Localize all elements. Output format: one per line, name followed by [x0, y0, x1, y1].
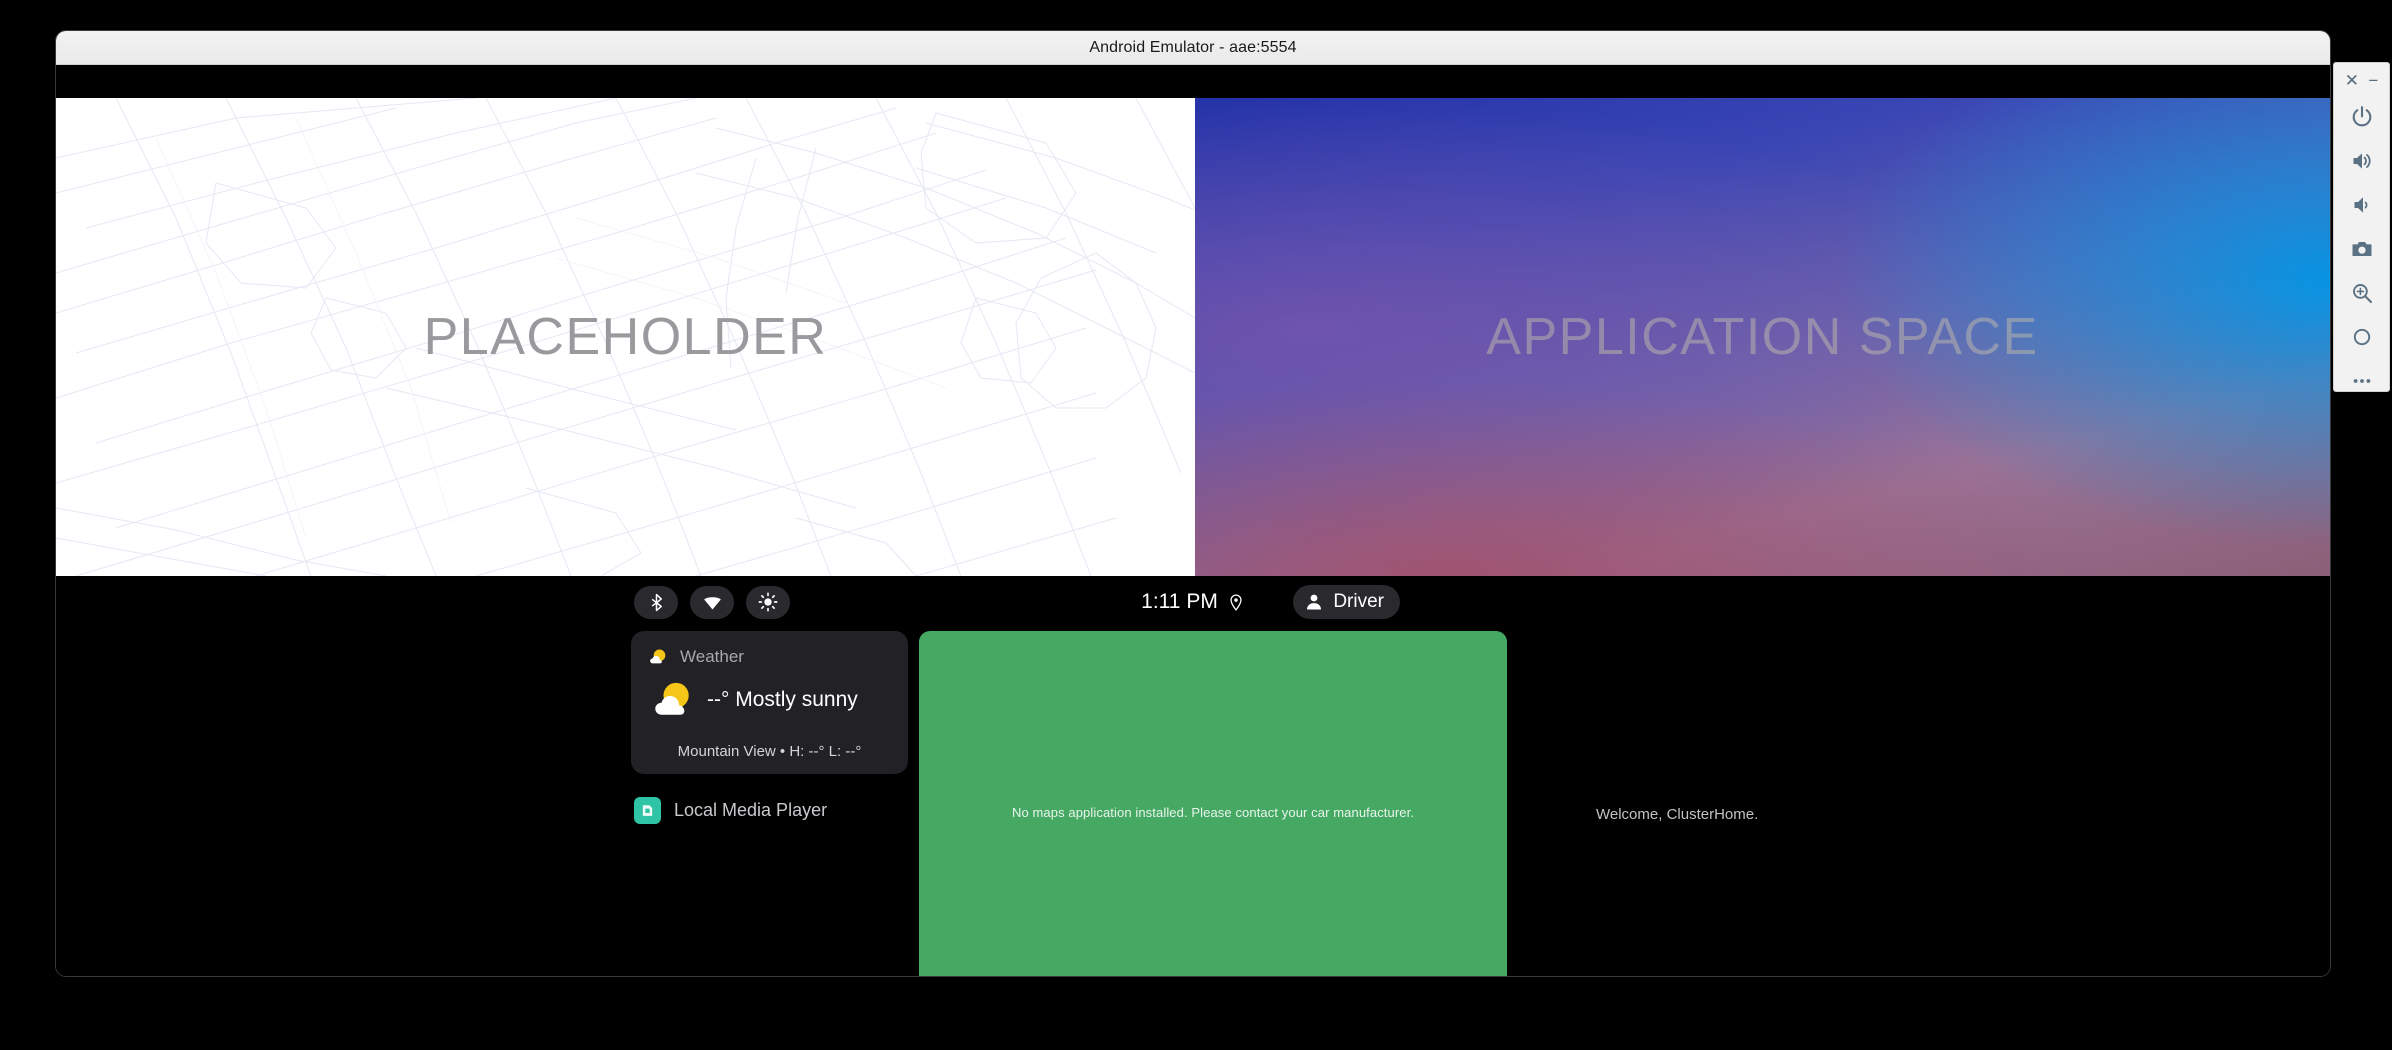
volume-up-icon	[2353, 153, 2371, 169]
circle-icon	[2353, 328, 2370, 346]
device-screen: PLACEHOLDER APPLICATION SPACE 1:11 PM Dr…	[56, 71, 2330, 976]
zoom-in-icon	[2352, 284, 2372, 304]
driver-profile-label: Driver	[1333, 591, 1384, 612]
partly-sunny-icon	[650, 649, 666, 664]
application-space-panel: APPLICATION SPACE	[1195, 98, 2330, 576]
toolbar-minimize-button[interactable]: −	[2368, 72, 2378, 89]
power-icon	[2352, 106, 2371, 127]
local-media-player-label: Local Media Player	[674, 800, 828, 820]
weather-card[interactable]: Weather --° Mostly sunny Mountain View •…	[631, 631, 908, 774]
weather-location-highlow: Mountain View • H: --° L: --°	[677, 743, 862, 760]
media-app-glyph	[642, 805, 653, 816]
camera-icon	[2352, 242, 2371, 256]
emulator-window: Android Emulator - aae:5554 PLACEHOLDER …	[56, 31, 2330, 976]
welcome-message: Welcome, ClusterHome.	[1596, 806, 1759, 823]
window-titlebar: Android Emulator - aae:5554	[56, 31, 2330, 65]
location-pin-icon	[1230, 594, 1242, 611]
more-icon	[2353, 379, 2370, 383]
toolbar-volume-down-button[interactable]	[2350, 193, 2374, 222]
partly-sunny-icon	[655, 682, 689, 715]
weather-card-title: Weather	[680, 647, 744, 666]
application-space-label: APPLICATION SPACE	[1486, 308, 2039, 366]
maps-card[interactable]: No maps application installed. Please co…	[919, 631, 1507, 976]
status-bar-clock-group: 1:11 PM	[56, 590, 2330, 614]
driver-profile-button[interactable]: Driver	[1293, 585, 1400, 619]
status-bar-time: 1:11 PM	[1141, 590, 1218, 613]
volume-down-icon	[2354, 197, 2367, 213]
media-app-icon	[634, 797, 661, 824]
home-content: Weather --° Mostly sunny Mountain View •…	[56, 628, 2330, 976]
placeholder-panel: PLACEHOLDER	[56, 98, 1195, 576]
toolbar-power-button[interactable]	[2350, 105, 2374, 134]
toolbar-screenshot-button[interactable]	[2350, 237, 2374, 266]
status-bar: 1:11 PM Driver	[56, 576, 2330, 628]
window-title: Android Emulator - aae:5554	[1089, 38, 1297, 56]
person-icon	[1307, 594, 1322, 610]
weather-condition-text: --° Mostly sunny	[707, 688, 858, 711]
toolbar-more-button[interactable]	[2350, 369, 2374, 398]
toolbar-close-button[interactable]: ✕	[2345, 72, 2359, 89]
weather-card-header: Weather	[649, 647, 890, 667]
local-media-player-item[interactable]: Local Media Player	[631, 797, 908, 824]
home-left-column: Weather --° Mostly sunny Mountain View •…	[631, 631, 908, 824]
emulator-toolbar: ✕ −	[2333, 62, 2390, 392]
weather-current: --° Mostly sunny	[649, 679, 890, 721]
toolbar-rotate-button[interactable]	[2350, 325, 2374, 354]
maps-empty-message: No maps application installed. Please co…	[1011, 804, 1415, 820]
toolbar-zoom-button[interactable]	[2350, 281, 2374, 310]
toolbar-volume-up-button[interactable]	[2350, 149, 2374, 178]
top-panels: PLACEHOLDER APPLICATION SPACE	[56, 98, 2330, 576]
placeholder-label: PLACEHOLDER	[423, 308, 828, 366]
